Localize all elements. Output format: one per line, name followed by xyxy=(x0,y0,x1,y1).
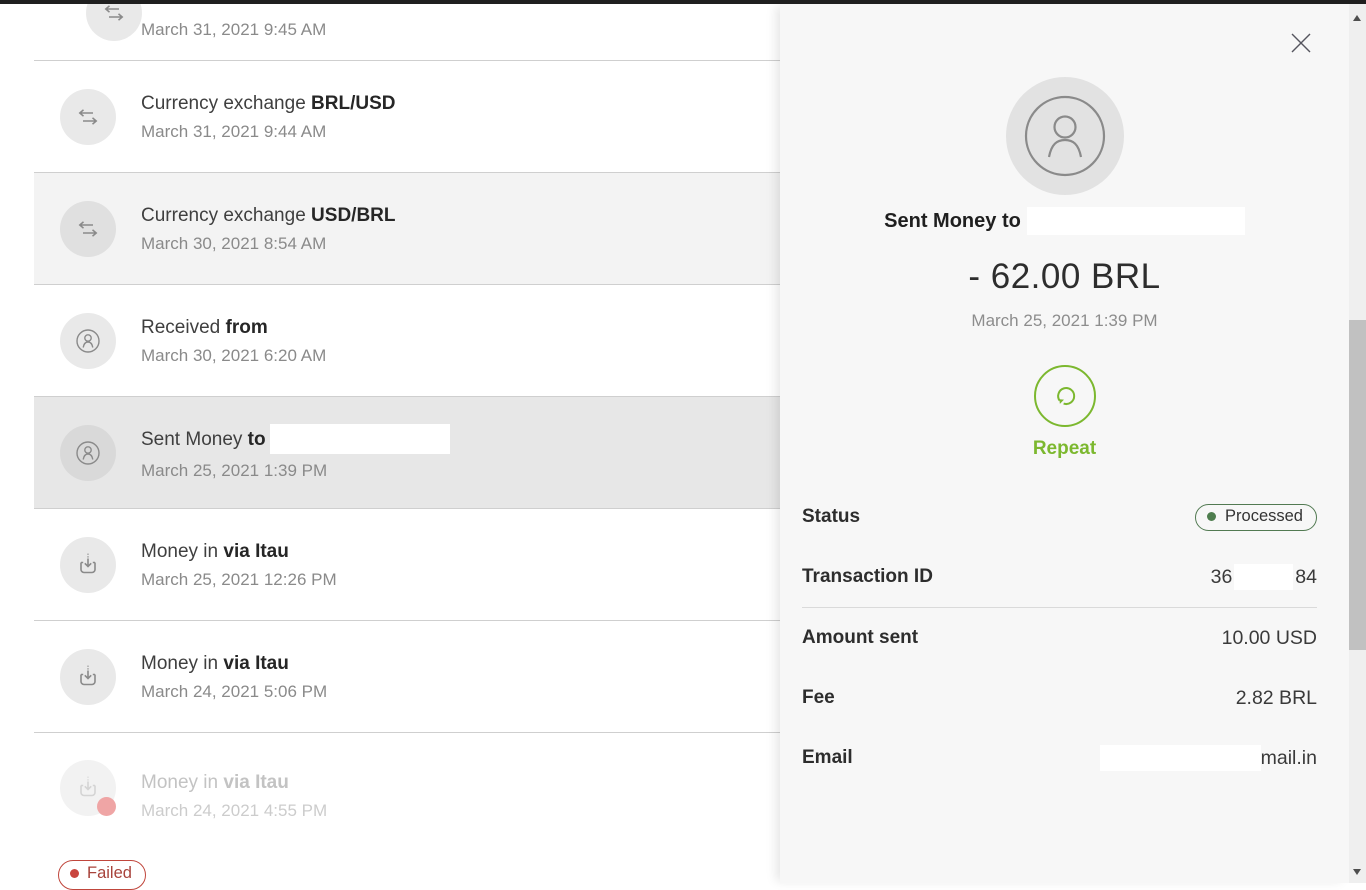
scroll-down-arrow-icon[interactable] xyxy=(1353,869,1361,875)
redaction-box xyxy=(1234,564,1293,590)
transaction-title: Money in via Itau xyxy=(141,771,327,794)
currency-exchange-icon xyxy=(60,201,116,257)
detail-amount: - 62.00 BRL xyxy=(780,257,1349,297)
email-label: Email xyxy=(802,747,853,769)
transaction-id-value: 36 84 xyxy=(1211,564,1317,590)
transaction-list-item[interactable]: Money in via Itau March 25, 2021 12:26 P… xyxy=(34,509,780,621)
transaction-list-item-failed[interactable]: Money in via Itau March 24, 2021 4:55 PM… xyxy=(34,733,780,883)
email-visible-text: mail.in xyxy=(1261,747,1317,770)
transaction-id-label: Transaction ID xyxy=(802,566,933,588)
transaction-id-suffix: 84 xyxy=(1295,566,1317,589)
currency-exchange-icon xyxy=(86,0,142,41)
transaction-title: Currency exchange BRL/USD xyxy=(141,92,396,115)
failed-status-badge: Failed xyxy=(58,860,146,890)
failed-label: Failed xyxy=(87,864,132,883)
transaction-date: March 31, 2021 9:44 AM xyxy=(141,122,396,142)
window-top-edge xyxy=(0,0,1366,4)
transaction-list-item[interactable]: Received from March 30, 2021 6:20 AM xyxy=(34,285,780,397)
transaction-date: March 24, 2021 4:55 PM xyxy=(141,801,327,821)
transaction-list-item[interactable]: Currency exchange USD/BRL March 30, 2021… xyxy=(34,173,780,285)
transaction-list-item[interactable]: Money in via Itau March 24, 2021 5:06 PM xyxy=(34,621,780,733)
detail-rows: Status Processed Transaction ID 36 84 Am… xyxy=(780,487,1349,788)
processed-dot-icon xyxy=(1207,512,1216,521)
money-in-icon xyxy=(60,760,116,816)
scroll-up-arrow-icon[interactable] xyxy=(1353,15,1361,21)
redaction-box xyxy=(1027,207,1245,235)
status-badge: Processed xyxy=(1195,504,1317,531)
email-value: mail.in xyxy=(1100,745,1317,771)
repeat-icon[interactable] xyxy=(1034,365,1096,427)
transaction-date: March 30, 2021 8:54 AM xyxy=(141,234,396,254)
transaction-title: Money in via Itau xyxy=(141,540,337,563)
detail-heading: Sent Money to xyxy=(780,207,1349,235)
detail-date: March 25, 2021 1:39 PM xyxy=(780,311,1349,331)
repeat-label[interactable]: Repeat xyxy=(780,438,1349,460)
transaction-list-item-selected[interactable]: Sent Money to March 25, 2021 1:39 PM xyxy=(34,397,780,509)
repeat-button[interactable]: Repeat xyxy=(780,365,1349,460)
email-row: Email mail.in xyxy=(780,728,1349,788)
scrollbar[interactable] xyxy=(1349,4,1366,883)
transaction-id-prefix: 36 xyxy=(1211,566,1233,589)
transaction-list-item[interactable]: March 31, 2021 9:45 AM xyxy=(34,4,780,61)
money-in-icon xyxy=(60,537,116,593)
transaction-title: Received from xyxy=(141,316,326,339)
transaction-title: Money in via Itau xyxy=(141,652,327,675)
transaction-title: Currency exchange USD/BRL xyxy=(141,204,396,227)
transaction-title: Sent Money to xyxy=(141,424,450,454)
redaction-box xyxy=(1100,745,1261,771)
person-icon xyxy=(60,313,116,369)
transaction-date: March 31, 2021 9:45 AM xyxy=(141,20,326,40)
avatar xyxy=(1006,77,1124,195)
transaction-date: March 30, 2021 6:20 AM xyxy=(141,346,326,366)
transaction-list: March 31, 2021 9:45 AM Currency exchange… xyxy=(0,4,780,883)
status-value: Processed xyxy=(1225,507,1303,526)
fee-row: Fee 2.82 BRL xyxy=(780,668,1349,728)
transaction-id-row: Transaction ID 36 84 xyxy=(780,547,1349,607)
amount-sent-label: Amount sent xyxy=(802,627,918,649)
amount-sent-row: Amount sent 10.00 USD xyxy=(780,608,1349,668)
transaction-date: March 24, 2021 5:06 PM xyxy=(141,682,327,702)
person-icon xyxy=(60,425,116,481)
money-in-icon xyxy=(60,649,116,705)
currency-exchange-icon xyxy=(60,89,116,145)
amount-sent-value: 10.00 USD xyxy=(1222,627,1317,650)
transaction-list-item[interactable]: Currency exchange BRL/USD March 31, 2021… xyxy=(34,61,780,173)
failed-dot-badge xyxy=(97,797,116,816)
fee-value: 2.82 BRL xyxy=(1236,687,1317,710)
transaction-detail-panel: Sent Money to - 62.00 BRL March 25, 2021… xyxy=(780,4,1349,883)
status-label: Status xyxy=(802,506,860,528)
status-row: Status Processed xyxy=(780,487,1349,547)
fee-label: Fee xyxy=(802,687,835,709)
transaction-date: March 25, 2021 12:26 PM xyxy=(141,570,337,590)
close-icon[interactable] xyxy=(1287,29,1315,57)
detail-heading-text: Sent Money to xyxy=(884,210,1021,233)
failed-dot-icon xyxy=(70,869,79,878)
transaction-date: March 25, 2021 1:39 PM xyxy=(141,461,450,481)
scrollbar-thumb[interactable] xyxy=(1349,320,1366,650)
redaction-box xyxy=(270,424,450,454)
